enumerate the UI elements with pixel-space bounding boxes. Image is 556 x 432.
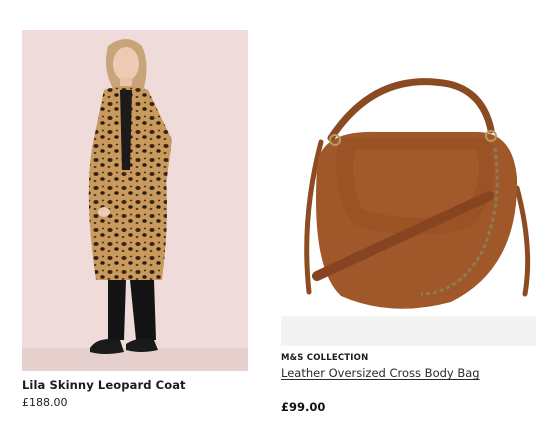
- product-price: £188.00: [22, 396, 68, 409]
- product-title-link[interactable]: Leather Oversized Cross Body Bag: [281, 366, 536, 380]
- product-card-cross-body-bag[interactable]: M&S COLLECTION Leather Oversized Cross B…: [281, 18, 536, 414]
- product-title[interactable]: Lila Skinny Leopard Coat: [22, 378, 248, 392]
- product-image-bag[interactable]: [281, 18, 536, 346]
- product-brand: M&S COLLECTION: [281, 353, 369, 363]
- product-card-leopard-coat[interactable]: Lila Skinny Leopard Coat £188.00: [22, 30, 248, 409]
- product-image-coat[interactable]: [22, 30, 248, 371]
- product-price: £99.00: [281, 400, 326, 414]
- product-grid: Lila Skinny Leopard Coat £188.00 M&S COL…: [0, 0, 556, 432]
